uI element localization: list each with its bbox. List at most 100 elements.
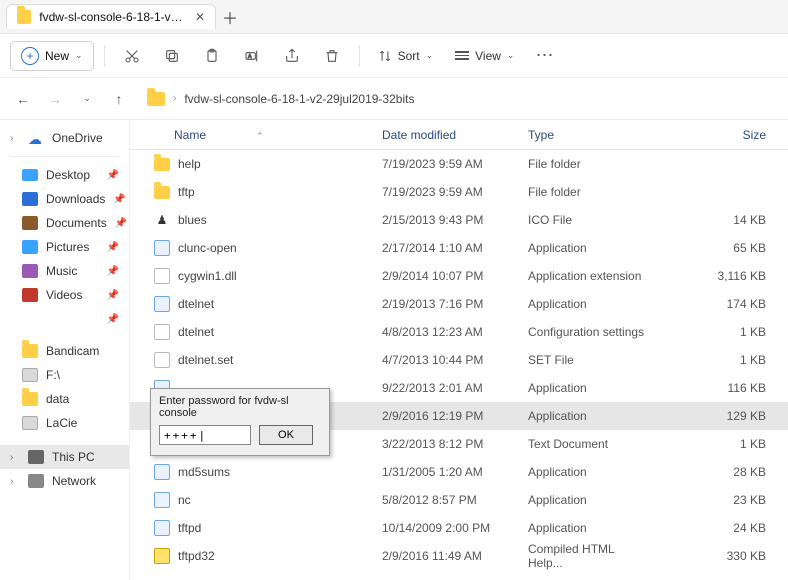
- sidebar-label: Pictures: [46, 240, 89, 254]
- file-date: 7/19/2023 9:59 AM: [382, 157, 528, 171]
- folder-icon: [22, 344, 38, 358]
- pin-icon: 📌: [107, 170, 119, 181]
- file-type: Configuration settings: [528, 325, 652, 339]
- sidebar-item-onedrive[interactable]: › ☁ OneDrive: [0, 126, 129, 150]
- col-label: Type: [528, 128, 554, 142]
- file-row[interactable]: tftpd10/14/2009 2:00 PMApplication24 KB: [130, 514, 788, 542]
- close-tab-icon[interactable]: ✕: [195, 10, 205, 24]
- file-icon: [154, 352, 170, 368]
- sidebar-item-music[interactable]: Music📌: [0, 259, 129, 283]
- file-size: 24 KB: [652, 521, 788, 535]
- file-row[interactable]: nc5/8/2012 8:57 PMApplication23 KB: [130, 486, 788, 514]
- sidebar-item-pictures[interactable]: Pictures📌: [0, 235, 129, 259]
- delete-icon[interactable]: [315, 41, 349, 71]
- forward-button[interactable]: →: [44, 88, 66, 110]
- sidebar-item-network[interactable]: ›Network: [0, 469, 129, 493]
- expand-icon[interactable]: ›: [10, 133, 20, 144]
- sidebar-item-videos[interactable]: Videos📌: [0, 283, 129, 307]
- file-icon: [154, 296, 170, 312]
- sidebar-item-desktop[interactable]: Desktop 📌: [0, 163, 129, 187]
- sort-indicator-icon: ⌃: [256, 131, 264, 141]
- column-headers: Name⌃ Date modified Type Size: [130, 120, 788, 150]
- sort-button[interactable]: Sort ⌄: [370, 45, 442, 67]
- copy-icon[interactable]: [155, 41, 189, 71]
- sidebar-label: Desktop: [46, 168, 90, 182]
- music-icon: [22, 264, 38, 278]
- sidebar-label: Documents: [46, 216, 107, 230]
- tab-bar: fvdw-sl-console-6-18-1-v2-29... ✕ ＋: [0, 0, 788, 34]
- column-size[interactable]: Size: [652, 128, 788, 142]
- file-row[interactable]: help7/19/2023 9:59 AMFile folder: [130, 150, 788, 178]
- share-icon[interactable]: [275, 41, 309, 71]
- file-name: help: [178, 157, 201, 171]
- file-icon: [154, 520, 170, 536]
- file-type: Text Document: [528, 437, 652, 451]
- file-icon: [154, 158, 170, 171]
- drive-icon: [22, 368, 38, 382]
- expand-icon[interactable]: ›: [10, 476, 20, 487]
- recent-button[interactable]: ⌄: [76, 88, 98, 110]
- view-button[interactable]: View ⌄: [447, 45, 522, 67]
- sidebar-label: Bandicam: [46, 344, 99, 358]
- file-icon: ♟: [154, 212, 170, 228]
- sidebar-item-f-drive[interactable]: F:\: [0, 363, 129, 387]
- svg-text:A: A: [248, 54, 252, 60]
- sidebar-item-this-pc[interactable]: › This PC: [0, 445, 129, 469]
- expand-icon[interactable]: ›: [10, 452, 20, 463]
- back-button[interactable]: ←: [12, 88, 34, 110]
- folder-icon: [22, 392, 38, 406]
- file-size: 1 KB: [652, 353, 788, 367]
- file-row[interactable]: dtelnet.set4/7/2013 10:44 PMSET File1 KB: [130, 346, 788, 374]
- file-row[interactable]: dtelnet4/8/2013 12:23 AMConfiguration se…: [130, 318, 788, 346]
- sidebar-item-hidden[interactable]: 📌: [0, 307, 129, 331]
- paste-icon[interactable]: [195, 41, 229, 71]
- file-name: clunc-open: [178, 241, 237, 255]
- cloud-icon: ☁: [28, 131, 44, 145]
- file-name: md5sums: [178, 465, 230, 479]
- file-icon: [154, 492, 170, 508]
- documents-icon: [22, 216, 38, 230]
- file-row[interactable]: dtelnet2/19/2013 7:16 PMApplication174 K…: [130, 290, 788, 318]
- window-tab[interactable]: fvdw-sl-console-6-18-1-v2-29... ✕: [6, 4, 216, 29]
- file-row[interactable]: md5sums1/31/2005 1:20 AMApplication28 KB: [130, 458, 788, 486]
- network-icon: [28, 474, 44, 488]
- column-name[interactable]: Name⌃: [130, 128, 382, 142]
- up-button[interactable]: ↑: [108, 88, 130, 110]
- file-icon: [154, 240, 170, 256]
- sidebar-label: Music: [46, 264, 77, 278]
- file-size: 116 KB: [652, 381, 788, 395]
- sidebar-item-downloads[interactable]: Downloads📌: [0, 187, 129, 211]
- file-row[interactable]: ♟blues2/15/2013 9:43 PMICO File14 KB: [130, 206, 788, 234]
- file-size: 23 KB: [652, 493, 788, 507]
- file-row[interactable]: clunc-open2/17/2014 1:10 AMApplication65…: [130, 234, 788, 262]
- column-type[interactable]: Type: [528, 128, 652, 142]
- pin-icon: 📌: [113, 194, 125, 205]
- sidebar-label: [46, 312, 49, 326]
- view-label: View: [475, 49, 501, 63]
- file-name: blues: [178, 213, 207, 227]
- password-input[interactable]: [159, 425, 251, 445]
- file-row[interactable]: tftp7/19/2023 9:59 AMFile folder: [130, 178, 788, 206]
- sidebar-label: F:\: [46, 368, 60, 382]
- breadcrumb-segment[interactable]: fvdw-sl-console-6-18-1-v2-29jul2019-32bi…: [184, 92, 414, 106]
- file-date: 1/31/2005 1:20 AM: [382, 465, 528, 479]
- sidebar-item-documents[interactable]: Documents📌: [0, 211, 129, 235]
- file-row[interactable]: tftpd322/9/2016 11:49 AMCompiled HTML He…: [130, 542, 788, 570]
- sidebar-item-data[interactable]: data: [0, 387, 129, 411]
- file-name: dtelnet: [178, 325, 214, 339]
- sidebar-item-lacie[interactable]: LaCie: [0, 411, 129, 435]
- new-button[interactable]: + New ⌄: [10, 41, 94, 71]
- file-row[interactable]: cygwin1.dll2/9/2014 10:07 PMApplication …: [130, 262, 788, 290]
- file-size: 129 KB: [652, 409, 788, 423]
- file-date: 2/9/2016 11:49 AM: [382, 549, 528, 563]
- ok-button[interactable]: OK: [259, 425, 313, 445]
- more-button[interactable]: ⋯: [528, 41, 562, 71]
- sidebar-item-bandicam[interactable]: Bandicam: [0, 339, 129, 363]
- cut-icon[interactable]: [115, 41, 149, 71]
- column-date[interactable]: Date modified: [382, 128, 528, 142]
- new-tab-button[interactable]: ＋: [216, 5, 244, 29]
- rename-icon[interactable]: A: [235, 41, 269, 71]
- sidebar-label: LaCie: [46, 416, 77, 430]
- sidebar-label: This PC: [52, 450, 95, 464]
- address-bar[interactable]: › fvdw-sl-console-6-18-1-v2-29jul2019-32…: [140, 87, 776, 111]
